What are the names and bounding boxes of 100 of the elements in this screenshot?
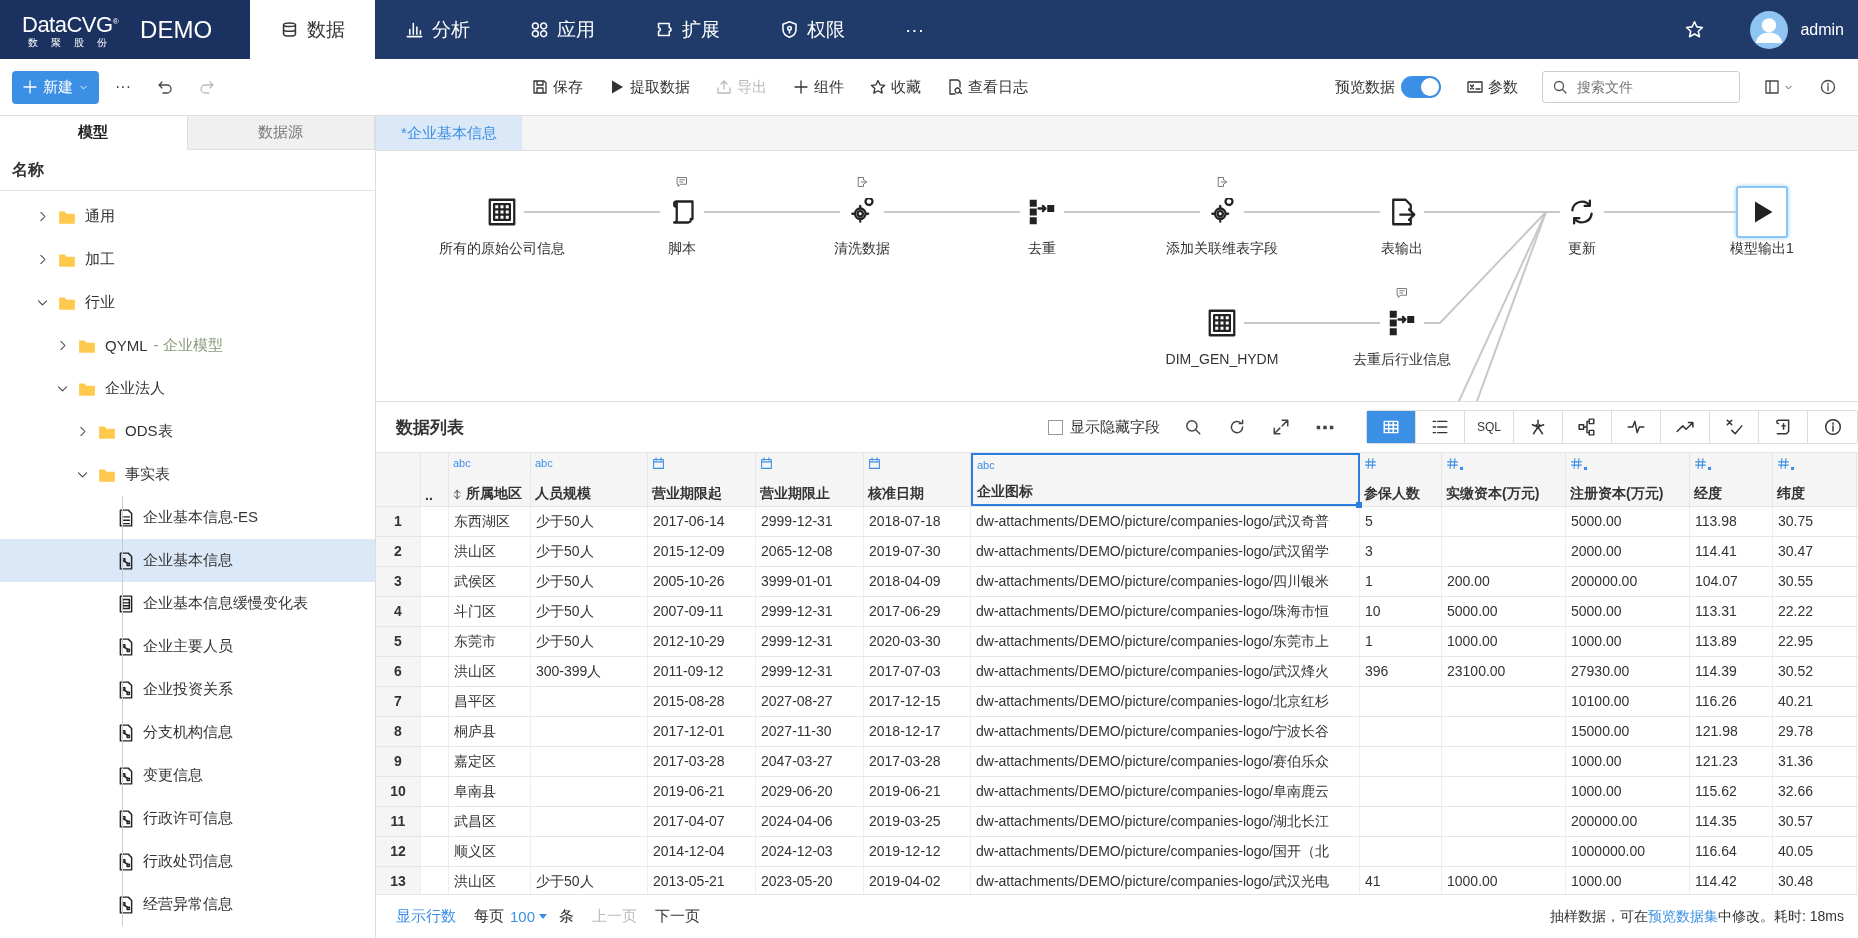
column-header[interactable]: 营业期限止 bbox=[756, 453, 864, 506]
preview-toggle[interactable] bbox=[1401, 76, 1441, 98]
row-number: 8 bbox=[376, 717, 421, 746]
nav-tab[interactable]: 扩展 bbox=[625, 0, 750, 59]
tree-item[interactable]: QYML - 企业模型 bbox=[0, 324, 375, 367]
table-cell: 2005-10-26 bbox=[648, 567, 756, 596]
table-cell: 2999-12-31 bbox=[756, 627, 864, 656]
table-cell: 洪山区 bbox=[449, 867, 531, 894]
table-cell: 116.26 bbox=[1690, 687, 1773, 716]
nav-tab[interactable]: 分析 bbox=[375, 0, 500, 59]
tree-item-label: 变更信息 bbox=[143, 766, 203, 785]
table-cell: 2019-06-21 bbox=[648, 777, 756, 806]
tree-item[interactable]: 通用 bbox=[0, 195, 375, 238]
logo-subtitle: 数 聚 股 份 bbox=[28, 37, 112, 50]
avatar-icon[interactable] bbox=[1750, 10, 1789, 49]
toolbar-button[interactable]: 组件 bbox=[783, 71, 854, 103]
column-header[interactable]: 纬度 bbox=[1773, 453, 1857, 506]
table-cell: 斗门区 bbox=[449, 597, 531, 626]
column-header[interactable]: 经度 bbox=[1690, 453, 1773, 506]
nav-tab[interactable]: 权限 bbox=[750, 0, 875, 59]
tree-item[interactable]: 行政许可信息 bbox=[0, 797, 375, 840]
hash-icon bbox=[1570, 457, 1583, 470]
table-cell: 2015-12-09 bbox=[648, 537, 756, 566]
nav-tab[interactable]: 应用 bbox=[500, 0, 625, 59]
table-cell: 41 bbox=[1360, 867, 1442, 894]
table-cell: 113.89 bbox=[1690, 627, 1773, 656]
export-icon bbox=[1216, 176, 1228, 188]
column-header[interactable]: .. bbox=[421, 453, 449, 506]
table-file-icon bbox=[117, 594, 135, 613]
table-cell: 114.35 bbox=[1690, 807, 1773, 836]
toolbar-button[interactable]: 收藏 bbox=[860, 71, 931, 103]
table-cell: 22.95 bbox=[1773, 627, 1857, 656]
table-cell: 115.62 bbox=[1690, 777, 1773, 806]
status-message: 抽样数据，可在预览数据集中修改。耗时: 18ms bbox=[1550, 907, 1844, 926]
table-cell: 2017-07-03 bbox=[864, 657, 971, 686]
panel-tab[interactable]: 数据源 bbox=[187, 116, 375, 150]
tree-item[interactable]: 分支机构信息 bbox=[0, 711, 375, 754]
tree-item[interactable]: 事实表 bbox=[0, 453, 375, 496]
table-cell: dw-attachments/DEMO/picture/companies-logo/北京红杉 bbox=[971, 687, 1360, 716]
flow-node[interactable] bbox=[1736, 186, 1788, 238]
table-cell: 1000.00 bbox=[1566, 747, 1690, 776]
row-number: 5 bbox=[376, 627, 421, 656]
row-number: 2 bbox=[376, 537, 421, 566]
column-header[interactable]: abc 人员规模 bbox=[531, 453, 648, 506]
star-icon bbox=[1685, 20, 1705, 39]
table-cell: 顺义区 bbox=[449, 837, 531, 866]
tree-item[interactable]: 经营异常信息 bbox=[0, 883, 375, 926]
params-button[interactable]: 参数 bbox=[1457, 71, 1528, 103]
resize-handle[interactable] bbox=[1356, 502, 1362, 508]
view-button[interactable]: SQL bbox=[1465, 411, 1514, 443]
tree-item[interactable]: 企业法人 bbox=[0, 367, 375, 410]
refresh-icon bbox=[1228, 418, 1246, 436]
tree-item[interactable]: 行业 bbox=[0, 281, 375, 324]
row-number: 7 bbox=[376, 687, 421, 716]
plus-icon bbox=[22, 79, 38, 95]
preview-dataset-link[interactable]: 预览数据集 bbox=[1648, 907, 1718, 924]
flow-file-icon bbox=[117, 852, 135, 871]
more-menu-button[interactable]: ··· bbox=[875, 0, 954, 59]
row-number: 6 bbox=[376, 657, 421, 686]
table-cell: 200000.00 bbox=[1566, 567, 1690, 596]
column-header[interactable]: 注册资本(万元) bbox=[1566, 453, 1690, 506]
table-cell: 2011-09-12 bbox=[648, 657, 756, 686]
tree-item[interactable]: ODS表 bbox=[0, 410, 375, 453]
tree-item[interactable]: 变更信息 bbox=[0, 754, 375, 797]
column-header[interactable]: 实缴资本(万元) bbox=[1442, 453, 1566, 506]
tree-item[interactable]: 企业基本信息 bbox=[0, 539, 375, 582]
tree-item[interactable]: 加工 bbox=[0, 238, 375, 281]
table-cell: 2017-06-29 bbox=[864, 597, 971, 626]
search-field[interactable]: 搜索文件 bbox=[1542, 71, 1740, 103]
column-header[interactable]: 营业期限起 bbox=[648, 453, 756, 506]
tree-item-label: QYML bbox=[105, 337, 148, 354]
show-row-count-link[interactable]: 显示行数 bbox=[396, 907, 456, 926]
table-cell: 洪山区 bbox=[449, 657, 531, 686]
tree-item[interactable]: 企业基本信息缓慢变化表 bbox=[0, 582, 375, 625]
tree-item[interactable]: 企业基本信息-ES bbox=[0, 496, 375, 539]
nav-tab[interactable]: 数据 bbox=[250, 0, 375, 59]
tree-item[interactable]: 企业主要人员 bbox=[0, 625, 375, 668]
more-button[interactable]: ··· bbox=[105, 72, 141, 102]
table-cell: dw-attachments/DEMO/picture/companies-logo/国开（北 bbox=[971, 837, 1360, 866]
next-page-button[interactable]: 下一页 bbox=[655, 907, 701, 926]
table-cell: 1000000.00 bbox=[1566, 837, 1690, 866]
tree-item[interactable]: 企业投资关系 bbox=[0, 668, 375, 711]
toolbar-button[interactable]: 查看日志 bbox=[937, 71, 1038, 103]
table-cell: dw-attachments/DEMO/picture/companies-logo/湖北长江 bbox=[971, 807, 1360, 836]
tree-item-label: 企业基本信息 bbox=[143, 551, 233, 570]
calendar-icon bbox=[868, 457, 881, 470]
comment-icon bbox=[676, 176, 688, 188]
table-cell: 2017-03-28 bbox=[864, 747, 971, 776]
show-hidden-checkbox[interactable]: 显示隐藏字段 bbox=[1048, 417, 1160, 437]
tree-item-label: 通用 bbox=[85, 207, 115, 226]
table-cell: 2017-12-15 bbox=[864, 687, 971, 716]
tree-item[interactable]: 行政处罚信息 bbox=[0, 840, 375, 883]
column-header[interactable]: 参保人数 bbox=[1360, 453, 1442, 506]
table-cell: dw-attachments/DEMO/picture/companies-logo/武汉光电 bbox=[971, 867, 1360, 894]
user-name[interactable]: admin bbox=[1800, 20, 1844, 39]
toolbar-button[interactable]: 保存 bbox=[522, 71, 593, 103]
table-cell: 114.42 bbox=[1690, 867, 1773, 894]
toolbar-button[interactable]: 提取数据 bbox=[599, 71, 700, 103]
column-header[interactable]: 核准日期 bbox=[864, 453, 971, 506]
column-header[interactable]: abc 所属地区 bbox=[449, 453, 531, 506]
